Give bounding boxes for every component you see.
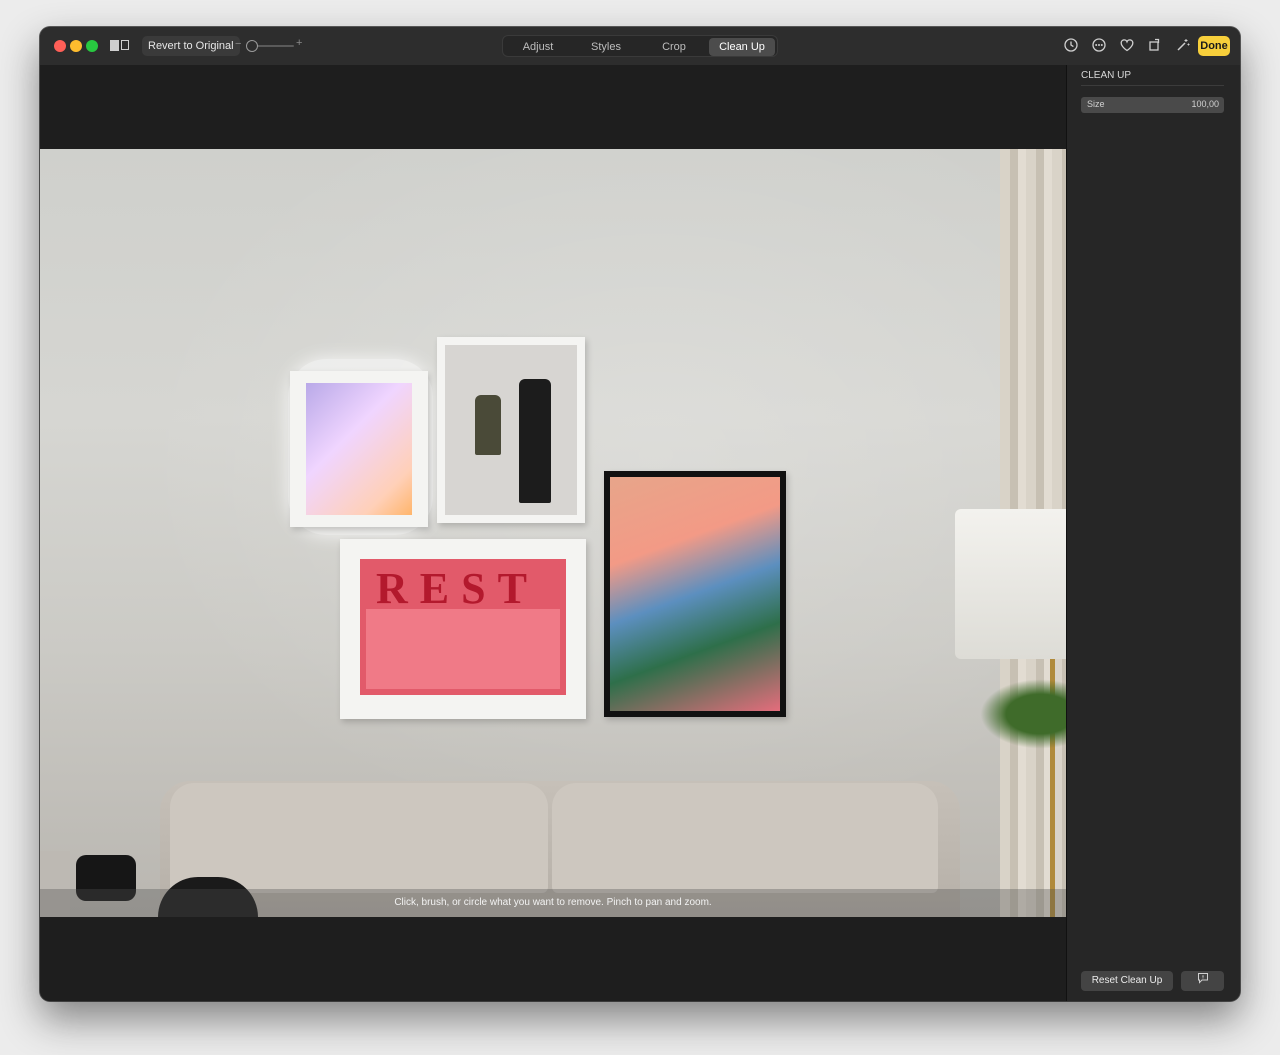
artwork-rest: REST: [360, 559, 566, 695]
maximize-window-button[interactable]: [86, 40, 98, 52]
frame-cactus-painting[interactable]: [604, 471, 786, 717]
rotate-icon[interactable]: [1146, 37, 1164, 55]
photos-editor-window: Revert to Original − + Adjust Styles Cro…: [40, 27, 1240, 1001]
edited-photo[interactable]: REST Click, brush, or circle what you wa…: [40, 149, 1066, 917]
done-button[interactable]: Done: [1198, 36, 1230, 56]
frame-rest-poster[interactable]: REST: [340, 539, 586, 719]
history-icon[interactable]: [1062, 37, 1080, 55]
brush-size-slider[interactable]: Size 100,00: [1081, 97, 1224, 113]
favorite-icon[interactable]: [1118, 37, 1136, 55]
reset-clean-up-button[interactable]: Reset Clean Up: [1081, 971, 1173, 991]
size-value: 100,00: [1191, 99, 1219, 109]
rest-poster-text: REST: [376, 564, 539, 613]
feedback-icon: [1197, 973, 1209, 987]
frame-abstract-cat[interactable]: [290, 371, 428, 527]
sidebar-title: CLEAN UP: [1081, 70, 1132, 81]
compare-icon[interactable]: [110, 40, 130, 52]
tab-styles[interactable]: Styles: [573, 38, 639, 56]
compare-icon-right: [121, 40, 129, 50]
minimize-window-button[interactable]: [70, 40, 82, 52]
plant: [980, 679, 1066, 749]
toolbar: Revert to Original − + Adjust Styles Cro…: [40, 27, 1240, 66]
size-label: Size: [1087, 99, 1105, 109]
zoom-in-icon[interactable]: +: [296, 37, 302, 49]
cleanup-sidebar: CLEAN UP Size 100,00 Reset Clean Up: [1066, 65, 1240, 1001]
tab-clean-up[interactable]: Clean Up: [709, 38, 775, 56]
tab-adjust[interactable]: Adjust: [505, 38, 571, 56]
figure-man: [519, 379, 551, 503]
artwork-figures: [445, 345, 577, 515]
close-window-button[interactable]: [54, 40, 66, 52]
edit-mode-tabs: Adjust Styles Crop Clean Up: [502, 35, 778, 57]
zoom-out-icon[interactable]: −: [235, 38, 241, 50]
photo-canvas[interactable]: REST Click, brush, or circle what you wa…: [40, 65, 1066, 1001]
sofa-cushion-right: [552, 783, 938, 893]
cleanup-hint: Click, brush, or circle what you want to…: [40, 889, 1066, 917]
sidebar-divider: [1081, 85, 1224, 86]
figure-girl: [475, 395, 501, 455]
compare-icon-left: [110, 40, 119, 51]
artwork-abstract: [306, 383, 412, 515]
sofa-cushion-left: [170, 783, 548, 893]
more-icon[interactable]: [1090, 37, 1108, 55]
frame-figures[interactable]: [437, 337, 585, 523]
rest-poster-panel: [366, 609, 560, 689]
lamp-shade: [955, 509, 1066, 659]
revert-to-original-button[interactable]: Revert to Original: [142, 36, 240, 56]
feedback-button[interactable]: [1181, 971, 1224, 991]
artwork-cactus: [610, 477, 780, 711]
tab-crop[interactable]: Crop: [641, 38, 707, 56]
magic-wand-icon[interactable]: [1174, 37, 1192, 55]
zoom-slider-knob[interactable]: [246, 40, 258, 52]
